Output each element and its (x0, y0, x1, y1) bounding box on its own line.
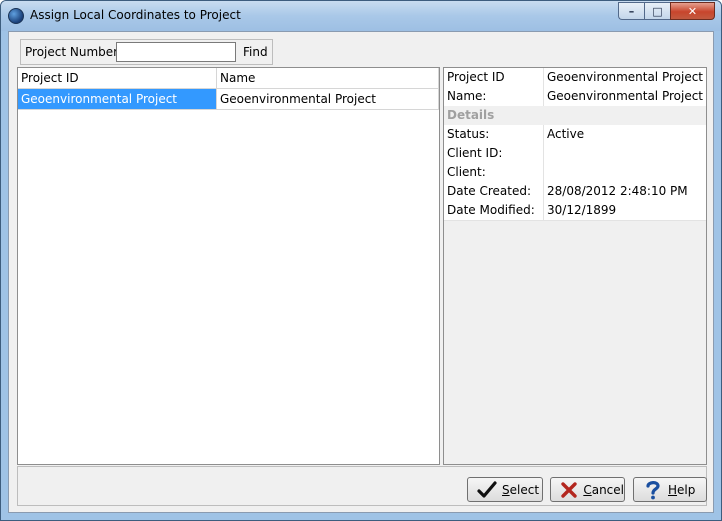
detail-row-status: Status: Active (444, 125, 706, 145)
minimize-icon: – (628, 4, 635, 18)
close-button[interactable]: ✕ (670, 2, 715, 20)
project-number-input[interactable] (116, 42, 236, 62)
question-icon (642, 480, 664, 500)
close-icon: ✕ (687, 4, 698, 18)
minimize-button[interactable]: – (618, 2, 644, 20)
select-label: Select (502, 482, 540, 497)
detail-key: Date Created: (444, 182, 544, 201)
detail-key: Name: (444, 87, 544, 106)
detail-row-date-created: Date Created: 28/08/2012 2:48:10 PM (444, 182, 706, 202)
table-row[interactable]: Geoenvironmental Project Geoenvironmenta… (18, 89, 439, 110)
detail-value: 28/08/2012 2:48:10 PM (547, 184, 688, 198)
detail-row-client: Client: (444, 163, 706, 183)
check-icon (476, 480, 498, 500)
details-section-label: Details (447, 108, 495, 122)
dialog-client-area: Project Number: Find Project ID Name Geo… (8, 31, 714, 513)
maximize-icon: □ (652, 4, 663, 18)
detail-value: 30/12/1899 (547, 203, 617, 217)
detail-value: Geoenvironmental Project (547, 89, 704, 103)
window-title: Assign Local Coordinates to Project (30, 8, 241, 22)
column-header-name[interactable]: Name (217, 68, 439, 88)
project-grid: Project ID Name Geoenvironmental Project… (17, 67, 440, 465)
cell-project-id[interactable]: Geoenvironmental Project (18, 89, 217, 109)
detail-row-name: Name: Geoenvironmental Project (444, 87, 706, 107)
detail-key: Project ID (444, 68, 544, 87)
cancel-button[interactable]: Cancel (550, 477, 625, 502)
project-number-label: Project Number: (25, 45, 122, 59)
detail-key: Status: (444, 125, 544, 144)
select-button[interactable]: Select (467, 477, 543, 502)
detail-row-project-id: Project ID Geoenvironmental Project (444, 68, 706, 88)
x-icon (559, 480, 579, 500)
column-header-project-id[interactable]: Project ID (18, 68, 217, 88)
dialog-window: Assign Local Coordinates to Project – □ … (0, 0, 722, 521)
detail-key: Date Modified: (444, 201, 544, 220)
detail-key: Client ID: (444, 144, 544, 163)
find-button[interactable]: Find (243, 45, 268, 59)
search-group: Project Number: Find (20, 39, 273, 65)
grid-header: Project ID Name (18, 68, 439, 89)
help-label: Help (668, 482, 696, 497)
app-globe-icon (8, 8, 24, 24)
detail-value: Geoenvironmental Project (547, 70, 704, 84)
cell-name[interactable]: Geoenvironmental Project (217, 89, 439, 109)
detail-row-date-modified: Date Modified: 30/12/1899 (444, 201, 706, 221)
caption-buttons: – □ ✕ (618, 2, 715, 21)
detail-key: Client: (444, 163, 544, 182)
title-bar[interactable]: Assign Local Coordinates to Project – □ … (1, 1, 721, 31)
help-button[interactable]: Help (633, 477, 707, 502)
maximize-button[interactable]: □ (644, 2, 670, 20)
detail-row-client-id: Client ID: (444, 144, 706, 164)
button-strip: Select Cancel Help (17, 466, 707, 506)
detail-value: Active (547, 127, 585, 141)
details-section-header: Details (444, 106, 706, 125)
cancel-label: Cancel (583, 482, 624, 497)
project-details-panel: Project ID Geoenvironmental Project Name… (443, 67, 707, 465)
